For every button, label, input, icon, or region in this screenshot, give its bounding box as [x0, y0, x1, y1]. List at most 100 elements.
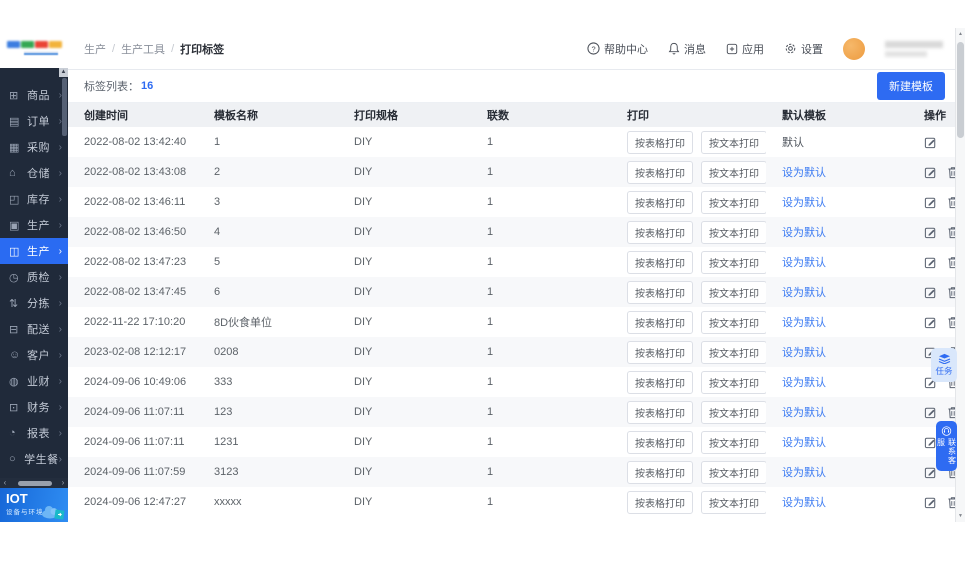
chevron-right-icon: › — [58, 193, 62, 205]
print-by-text-button[interactable]: 按文本打印 — [701, 340, 766, 364]
apps-button[interactable]: 应用 — [726, 41, 764, 57]
scroll-down-icon[interactable]: ▼ — [956, 510, 965, 522]
horizontal-scrollbar-thumb[interactable] — [18, 480, 52, 486]
print-by-text-button[interactable]: 按文本打印 — [701, 460, 766, 484]
set-default-link[interactable]: 设为默认 — [782, 437, 826, 449]
customer-service-widget[interactable]: 联系客服 — [936, 421, 957, 471]
delete-button[interactable] — [947, 316, 955, 329]
sidebar-item-customers[interactable]: ☺ 客户 › — [0, 342, 68, 368]
task-widget[interactable]: 任务 — [931, 348, 957, 382]
set-default-link[interactable]: 设为默认 — [782, 287, 826, 299]
sidebar-horizontal-scrollbar[interactable]: ‹ › — [0, 478, 68, 488]
cell-print-spec: DIY — [354, 286, 373, 298]
delete-button[interactable] — [947, 166, 955, 179]
help-center-button[interactable]: ? 帮助中心 — [587, 41, 648, 57]
sidebar-item-orders[interactable]: ▤ 订单 › — [0, 108, 68, 134]
table-row: 2024-09-06 11:07:11 1231 DIY 1 按表格打印 按文本打印 设为默… — [68, 427, 955, 457]
print-by-table-button[interactable]: 按表格打印 — [627, 430, 693, 454]
delete-button[interactable] — [947, 196, 955, 209]
user-avatar[interactable] — [843, 37, 865, 60]
print-by-table-button[interactable]: 按表格打印 — [627, 280, 693, 304]
delete-button[interactable] — [947, 496, 955, 509]
edit-button[interactable] — [924, 406, 937, 419]
edit-button[interactable] — [924, 196, 937, 209]
set-default-link[interactable]: 设为默认 — [782, 497, 826, 509]
customer-service-label: 联系客服 — [936, 438, 957, 466]
chevron-right-icon: › — [58, 375, 62, 387]
print-by-text-button[interactable]: 按文本打印 — [701, 280, 766, 304]
set-default-link[interactable]: 设为默认 — [782, 167, 826, 179]
edit-button[interactable] — [924, 136, 937, 149]
print-by-text-button[interactable]: 按文本打印 — [701, 250, 766, 274]
sidebar-item-reports[interactable]: ◔ 报表 › — [0, 420, 68, 446]
page-scrollbar-thumb[interactable] — [957, 42, 964, 138]
print-by-table-button[interactable]: 按表格打印 — [627, 220, 693, 244]
breadcrumb-item[interactable]: 生产工具 — [121, 41, 165, 57]
sidebar-item-purchase[interactable]: ▦ 采购 › — [0, 134, 68, 160]
sidebar-item-goods[interactable]: ⊞ 商品 › — [0, 82, 68, 108]
edit-button[interactable] — [924, 496, 937, 509]
edit-button[interactable] — [924, 166, 937, 179]
print-by-table-button[interactable]: 按表格打印 — [627, 160, 693, 184]
sidebar-item-delivery[interactable]: ⊟ 配送 › — [0, 316, 68, 342]
sidebar-item-finance[interactable]: ⊡ 财务 › — [0, 394, 68, 420]
delete-button[interactable] — [947, 256, 955, 269]
print-by-table-button[interactable]: 按表格打印 — [627, 400, 693, 424]
print-by-text-button[interactable]: 按文本打印 — [701, 370, 766, 394]
print-by-table-button[interactable]: 按表格打印 — [627, 190, 693, 214]
set-default-link[interactable]: 设为默认 — [782, 257, 826, 269]
print-by-text-button[interactable]: 按文本打印 — [701, 130, 766, 154]
set-default-link[interactable]: 设为默认 — [782, 347, 826, 359]
set-default-link[interactable]: 设为默认 — [782, 317, 826, 329]
print-by-table-button[interactable]: 按表格打印 — [627, 370, 693, 394]
sidebar-item-biz-finance[interactable]: ◍ 业财 › — [0, 368, 68, 394]
print-by-table-button[interactable]: 按表格打印 — [627, 130, 693, 154]
task-label: 任务 — [935, 366, 953, 376]
new-template-button[interactable]: 新建模板 — [877, 72, 945, 100]
sidebar-item-inventory[interactable]: ◰ 库存 › — [0, 186, 68, 212]
print-by-table-button[interactable]: 按表格打印 — [627, 490, 693, 514]
edit-button[interactable] — [924, 256, 937, 269]
print-by-text-button[interactable]: 按文本打印 — [701, 310, 766, 334]
sidebar-item-label: 订单 — [27, 116, 50, 128]
breadcrumb-item[interactable]: 生产 — [84, 41, 106, 57]
sidebar-item-warehouse[interactable]: ⌂ 仓储 › — [0, 160, 68, 186]
sidebar-item-student-meal[interactable]: ○ 学生餐 › — [0, 446, 68, 472]
scroll-right-icon[interactable]: › — [58, 478, 68, 488]
edit-button[interactable] — [924, 286, 937, 299]
delete-button[interactable] — [947, 286, 955, 299]
set-default-link[interactable]: 设为默认 — [782, 197, 826, 209]
user-name-blurred[interactable] — [885, 40, 943, 57]
messages-button[interactable]: 消息 — [668, 41, 706, 57]
print-by-text-button[interactable]: 按文本打印 — [701, 400, 766, 424]
print-by-text-button[interactable]: 按文本打印 — [701, 160, 766, 184]
scroll-left-icon[interactable]: ‹ — [0, 478, 10, 488]
print-by-text-button[interactable]: 按文本打印 — [701, 490, 766, 514]
print-by-text-button[interactable]: 按文本打印 — [701, 430, 766, 454]
print-by-table-button[interactable]: 按表格打印 — [627, 340, 693, 364]
print-by-table-button[interactable]: 按表格打印 — [627, 460, 693, 484]
edit-button[interactable] — [924, 226, 937, 239]
set-default-link[interactable]: 设为默认 — [782, 227, 826, 239]
set-default-link[interactable]: 设为默认 — [782, 407, 826, 419]
sidebar-item-quality[interactable]: ◷ 质检 › — [0, 264, 68, 290]
sidebar-item-label: 配送 — [27, 324, 50, 336]
delete-button[interactable] — [947, 406, 955, 419]
set-default-link[interactable]: 设为默认 — [782, 377, 826, 389]
settings-button[interactable]: 设置 — [784, 41, 823, 57]
iot-banner[interactable]: IOT 设备与环境 — [0, 488, 68, 522]
sidebar-item-production[interactable]: ▣ 生产 › — [0, 212, 68, 238]
print-by-text-button[interactable]: 按文本打印 — [701, 220, 766, 244]
set-default-link[interactable]: 设为默认 — [782, 467, 826, 479]
delete-button[interactable] — [947, 226, 955, 239]
cell-copies: 1 — [487, 376, 494, 388]
sidebar-item-sorting[interactable]: ⇅ 分拣 › — [0, 290, 68, 316]
sidebar-scroll-up-icon[interactable]: ▲ — [59, 68, 68, 77]
sidebar-item-production-2[interactable]: ◫ 生产 › — [0, 238, 68, 264]
print-by-table-button[interactable]: 按表格打印 — [627, 250, 693, 274]
table-row: 2022-08-02 13:46:11 3 DIY 1 按表格打印 按文本打印 设为默认 — [68, 187, 955, 217]
print-by-text-button[interactable]: 按文本打印 — [701, 190, 766, 214]
scroll-up-icon[interactable]: ▲ — [956, 28, 965, 40]
edit-button[interactable] — [924, 316, 937, 329]
print-by-table-button[interactable]: 按表格打印 — [627, 310, 693, 334]
